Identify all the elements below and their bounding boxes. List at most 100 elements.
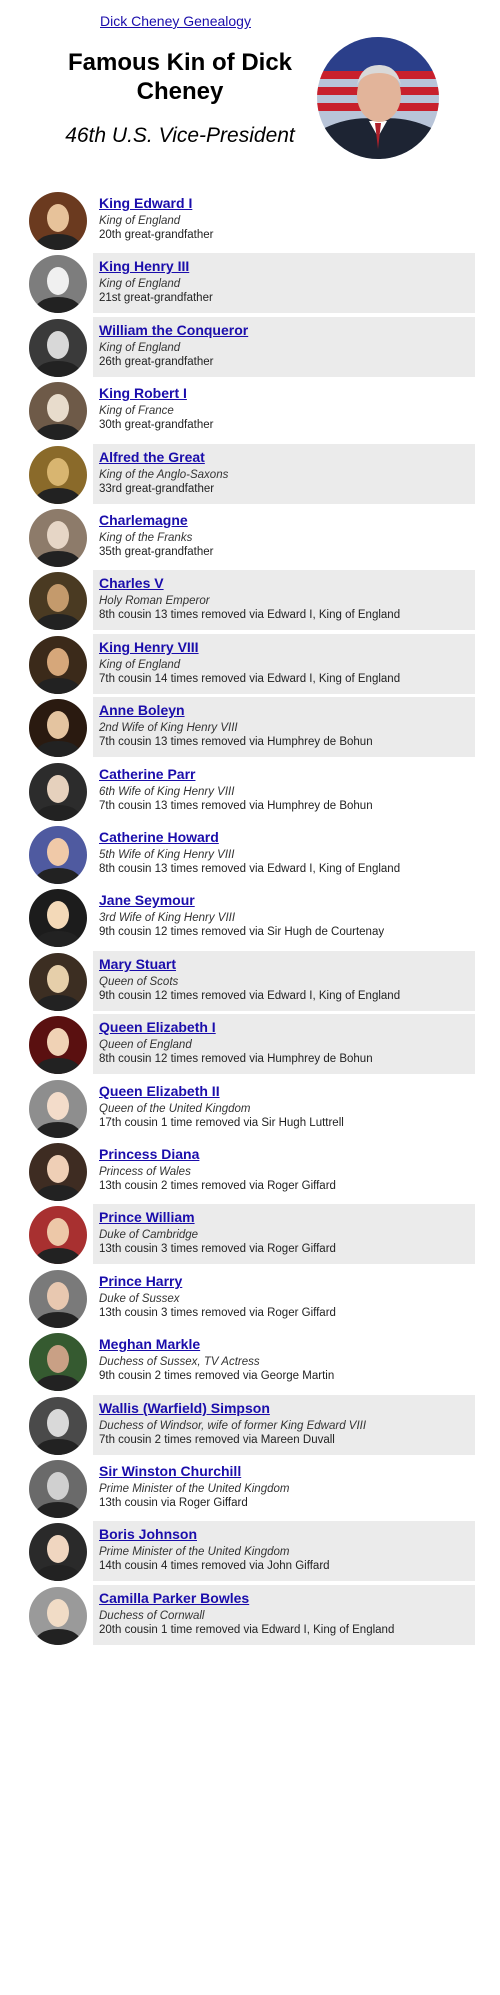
kin-row: Jane Seymour 3rd Wife of King Henry VIII 9… bbox=[29, 887, 475, 947]
kin-card: Anne Boleyn 2nd Wife of King Henry VIII 7t… bbox=[93, 697, 475, 757]
kin-role: King of the Franks bbox=[99, 532, 193, 544]
portrait-avatar bbox=[29, 1143, 87, 1201]
kin-row: Catherine Howard 5th Wife of King Henry V… bbox=[29, 824, 475, 884]
portrait-avatar bbox=[29, 699, 87, 757]
kin-relationship: 17th cousin 1 time removed via Sir Hugh … bbox=[99, 1117, 344, 1129]
kin-role: Duchess of Sussex, TV Actress bbox=[99, 1356, 260, 1368]
kin-name-link[interactable]: King Henry VIII bbox=[99, 639, 199, 655]
kin-relationship: 21st great-grandfather bbox=[99, 292, 213, 304]
portrait-avatar bbox=[29, 446, 87, 504]
kin-card: King Henry III King of England 21st great-… bbox=[93, 253, 475, 313]
kin-name-link[interactable]: Alfred the Great bbox=[99, 449, 205, 465]
kin-name-link[interactable]: Catherine Parr bbox=[99, 766, 195, 782]
kin-relationship: 14th cousin 4 times removed via John Gif… bbox=[99, 1560, 330, 1572]
kin-card: Camilla Parker Bowles Duchess of Cornwall… bbox=[93, 1585, 475, 1645]
kin-card: Meghan Markle Duchess of Sussex, TV Actre… bbox=[93, 1331, 475, 1391]
kin-relationship: 9th cousin 2 times removed via George Ma… bbox=[99, 1370, 335, 1382]
kin-card: Prince William Duke of Cambridge 13th cous… bbox=[93, 1204, 475, 1264]
kin-role: Queen of Scots bbox=[99, 976, 179, 988]
kin-name-link[interactable]: Catherine Howard bbox=[99, 829, 219, 845]
kin-role: King of England bbox=[99, 215, 181, 227]
kin-name-link[interactable]: Camilla Parker Bowles bbox=[99, 1590, 249, 1606]
kin-relationship: 20th great-grandfather bbox=[99, 229, 214, 241]
portrait-avatar bbox=[29, 319, 87, 377]
kin-relationship: 13th cousin 3 times removed via Roger Gi… bbox=[99, 1243, 336, 1255]
kin-card: Mary Stuart Queen of Scots 9th cousin 12 t… bbox=[93, 951, 475, 1011]
kin-relationship: 8th cousin 12 times removed via Humphrey… bbox=[99, 1053, 373, 1065]
kin-card: William the Conqueror King of England 26th… bbox=[93, 317, 475, 377]
kin-role: King of England bbox=[99, 278, 181, 290]
kin-card: King Edward I King of England 20th great-g… bbox=[93, 190, 475, 250]
page-subtitle: 46th U.S. Vice-President bbox=[65, 124, 295, 147]
portrait-avatar bbox=[29, 1016, 87, 1074]
kin-role: Queen of England bbox=[99, 1039, 192, 1051]
kin-row: Anne Boleyn 2nd Wife of King Henry VIII 7t… bbox=[29, 697, 475, 757]
portrait-avatar bbox=[29, 636, 87, 694]
kin-row: Charles V Holy Roman Emperor 8th cousin 13… bbox=[29, 570, 475, 630]
kin-card: Queen Elizabeth I Queen of England 8th cou… bbox=[93, 1014, 475, 1074]
kin-name-link[interactable]: William the Conqueror bbox=[99, 322, 248, 338]
kin-relationship: 30th great-grandfather bbox=[99, 419, 214, 431]
kin-card: Charles V Holy Roman Emperor 8th cousin 13… bbox=[93, 570, 475, 630]
kin-relationship: 7th cousin 14 times removed via Edward I… bbox=[99, 673, 401, 685]
kin-name-link[interactable]: Queen Elizabeth I bbox=[99, 1019, 216, 1035]
kin-card: Queen Elizabeth II Queen of the United Ki… bbox=[93, 1078, 475, 1138]
kin-name-link[interactable]: Sir Winston Churchill bbox=[99, 1463, 241, 1479]
kin-card: Charlemagne King of the Franks 35th great-… bbox=[93, 507, 475, 567]
portrait-avatar bbox=[29, 382, 87, 440]
kin-name-link[interactable]: Princess Diana bbox=[99, 1146, 199, 1162]
portrait-avatar bbox=[29, 1587, 87, 1645]
kin-name-link[interactable]: Prince William bbox=[99, 1209, 195, 1225]
kin-relationship: 33rd great-grandfather bbox=[99, 483, 215, 495]
kin-name-link[interactable]: Charles V bbox=[99, 575, 164, 591]
kin-relationship: 26th great-grandfather bbox=[99, 356, 214, 368]
kin-name-link[interactable]: King Robert I bbox=[99, 385, 187, 401]
portrait-avatar bbox=[29, 889, 87, 947]
kin-role: Duke of Cambridge bbox=[99, 1229, 199, 1241]
dick-cheney-portrait bbox=[317, 37, 439, 159]
kin-relationship: 9th cousin 12 times removed via Edward I… bbox=[99, 990, 401, 1002]
kin-name-link[interactable]: King Henry III bbox=[99, 258, 189, 274]
kin-name-link[interactable]: Boris Johnson bbox=[99, 1526, 197, 1542]
kin-role: Prime Minister of the United Kingdom bbox=[99, 1483, 290, 1495]
kin-relationship: 9th cousin 12 times removed via Sir Hugh… bbox=[99, 926, 385, 938]
kin-role: Duchess of Windsor, wife of former King … bbox=[99, 1420, 367, 1432]
portrait-avatar bbox=[29, 1080, 87, 1138]
kin-role: Prime Minister of the United Kingdom bbox=[99, 1546, 290, 1558]
kin-name-link[interactable]: Charlemagne bbox=[99, 512, 188, 528]
kin-name-link[interactable]: Mary Stuart bbox=[99, 956, 176, 972]
kin-card: Alfred the Great King of the Anglo-Saxons… bbox=[93, 444, 475, 504]
kin-card: Catherine Howard 5th Wife of King Henry V… bbox=[93, 824, 475, 884]
kin-row: Prince Harry Duke of Sussex 13th cousin 3 … bbox=[29, 1268, 475, 1328]
kin-card: King Robert I King of France 30th great-gr… bbox=[93, 380, 475, 440]
genealogy-link[interactable]: Dick Cheney Genealogy bbox=[100, 13, 251, 29]
portrait-avatar bbox=[29, 953, 87, 1011]
kin-row: Sir Winston Churchill Prime Minister of t… bbox=[29, 1458, 475, 1518]
portrait-avatar bbox=[29, 1206, 87, 1264]
kin-row: Boris Johnson Prime Minister of the Unite… bbox=[29, 1521, 475, 1581]
kin-name-link[interactable]: Prince Harry bbox=[99, 1273, 182, 1289]
kin-role: 5th Wife of King Henry VIII bbox=[99, 849, 235, 861]
kin-relationship: 13th cousin 2 times removed via Roger Gi… bbox=[99, 1180, 336, 1192]
kin-role: Duchess of Cornwall bbox=[99, 1610, 205, 1622]
kin-relationship: 13th cousin 3 times removed via Roger Gi… bbox=[99, 1307, 336, 1319]
kin-relationship: 20th cousin 1 time removed via Edward I,… bbox=[99, 1624, 395, 1636]
portrait-avatar bbox=[29, 826, 87, 884]
kin-card: Jane Seymour 3rd Wife of King Henry VIII 9… bbox=[93, 887, 475, 947]
kin-relationship: 13th cousin via Roger Giffard bbox=[99, 1497, 248, 1509]
kin-role: King of England bbox=[99, 342, 181, 354]
kin-row: Prince William Duke of Cambridge 13th cous… bbox=[29, 1204, 475, 1264]
kin-card: Catherine Parr 6th Wife of King Henry VII… bbox=[93, 761, 475, 821]
kin-row: King Henry III King of England 21st great-… bbox=[29, 253, 475, 313]
kin-row: Charlemagne King of the Franks 35th great-… bbox=[29, 507, 475, 567]
kin-name-link[interactable]: Wallis (Warfield) Simpson bbox=[99, 1400, 270, 1416]
kin-relationship: 7th cousin 13 times removed via Humphrey… bbox=[99, 736, 373, 748]
kin-name-link[interactable]: Meghan Markle bbox=[99, 1336, 200, 1352]
kin-name-link[interactable]: Jane Seymour bbox=[99, 892, 195, 908]
kin-name-link[interactable]: Anne Boleyn bbox=[99, 702, 185, 718]
kin-name-link[interactable]: Queen Elizabeth II bbox=[99, 1083, 220, 1099]
kin-role: Princess of Wales bbox=[99, 1166, 191, 1178]
kin-name-link[interactable]: King Edward I bbox=[99, 195, 192, 211]
kin-card: Boris Johnson Prime Minister of the Unite… bbox=[93, 1521, 475, 1581]
portrait-avatar bbox=[29, 1397, 87, 1455]
